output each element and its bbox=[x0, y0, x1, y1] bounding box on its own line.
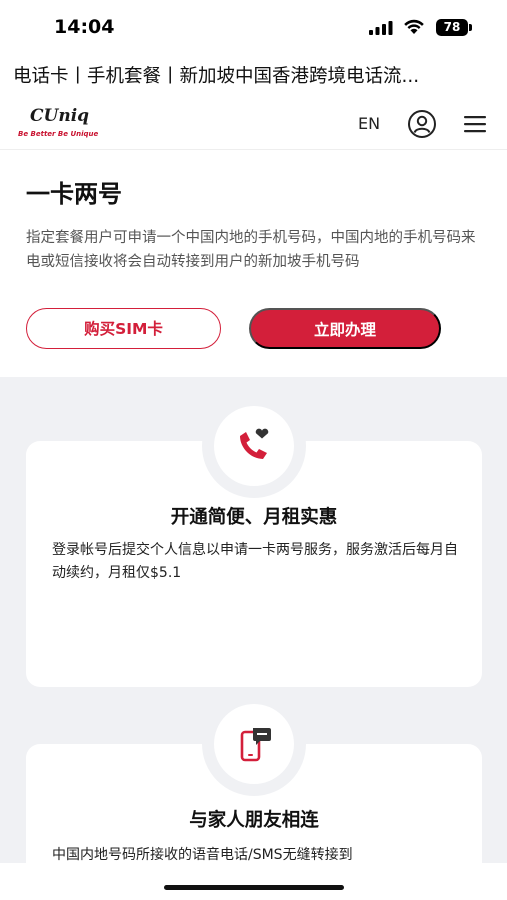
feature-description: 登录帐号后提交个人信息以申请一卡两号服务，服务激活后每月自动续约，月租仅$5.1 bbox=[52, 542, 458, 581]
features-section: 开通简便、月租实惠 登录帐号后提交个人信息以申请一卡两号服务，服务激活后每月自动… bbox=[0, 377, 507, 863]
menu-icon[interactable] bbox=[463, 114, 487, 134]
phone-heart-icon bbox=[240, 428, 269, 459]
wifi-icon bbox=[404, 19, 424, 34]
buy-sim-button[interactable]: 购买SIM卡 bbox=[26, 308, 221, 349]
feature-title: 与家人朋友相连 bbox=[189, 810, 319, 831]
feature-title: 开通简便、月租实惠 bbox=[170, 507, 338, 528]
battery-cap bbox=[469, 24, 472, 31]
mobile-message-icon bbox=[240, 728, 271, 762]
feature-badge bbox=[202, 692, 306, 796]
home-indicator-area bbox=[0, 863, 507, 900]
status-bar: 14:04 78 bbox=[0, 0, 507, 52]
logo[interactable]: CUniq Be Better Be Unique bbox=[18, 106, 118, 146]
battery-level: 78 bbox=[436, 19, 468, 36]
signal-icon bbox=[369, 21, 393, 35]
logo-wordmark: CUniq bbox=[30, 106, 90, 126]
hero-title: 一卡两号 bbox=[26, 180, 122, 208]
page-title: 电话卡丨手机套餐丨新加坡中国香港跨境电话流... bbox=[13, 66, 420, 87]
feature-description: 中国内地号码所接收的语音电话/SMS无缝转接到 bbox=[52, 847, 353, 863]
home-indicator[interactable] bbox=[164, 885, 344, 890]
apply-now-button[interactable]: 立即办理 bbox=[249, 308, 441, 349]
language-switch[interactable]: EN bbox=[358, 114, 380, 133]
feature-badge bbox=[202, 394, 306, 498]
page-title-bar: 电话卡丨手机套餐丨新加坡中国香港跨境电话流... bbox=[0, 58, 507, 94]
status-time: 14:04 bbox=[54, 16, 115, 38]
user-icon[interactable] bbox=[407, 109, 437, 139]
logo-tagline: Be Better Be Unique bbox=[18, 130, 99, 138]
hero-description: 指定套餐用户可申请一个中国内地的手机号码，中国内地的手机号码来电或短信接收将会自… bbox=[26, 230, 476, 270]
battery-icon: 78 bbox=[436, 19, 472, 36]
